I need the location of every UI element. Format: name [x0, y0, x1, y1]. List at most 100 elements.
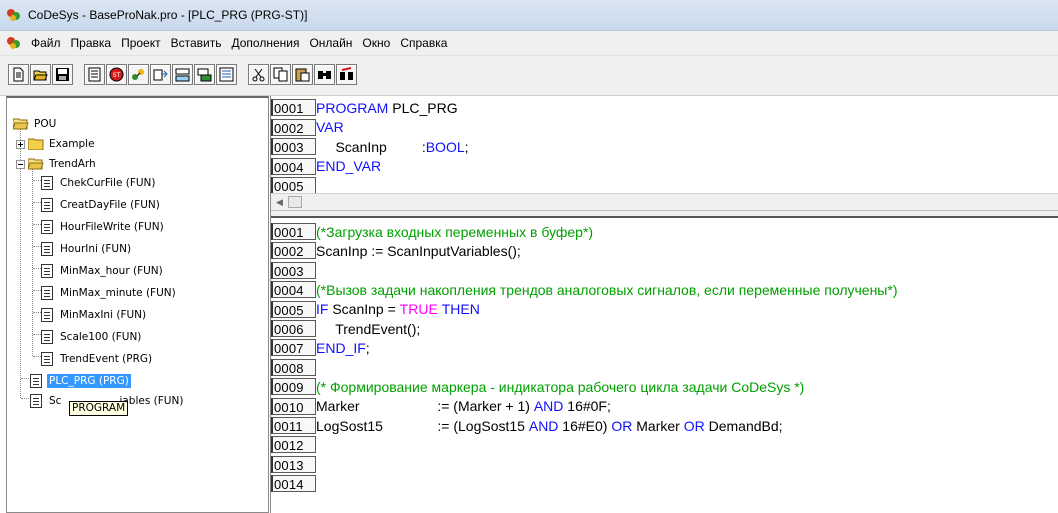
title-bar: CoDeSys - BaseProNak.pro - [PLC_PRG (PRG… [0, 0, 1058, 31]
menu-online[interactable]: Онлайн [304, 33, 357, 53]
folder-icon [27, 138, 44, 151]
code-line[interactable]: 0006 TrendEvent(); [271, 320, 420, 337]
stop-button[interactable]: ST [106, 64, 127, 85]
tree-item-creatdayfile[interactable]: CreatDayFile (FUN) [41, 195, 162, 215]
tree-connector [32, 168, 33, 356]
code-line[interactable]: 0003 ScanInp : BOOL; [271, 138, 469, 155]
keyword-token: VAR [316, 119, 344, 135]
replace-button[interactable] [336, 64, 357, 85]
menu-file[interactable]: Файл [26, 33, 66, 53]
window-title: CoDeSys - BaseProNak.pro - [PLC_PRG (PRG… [28, 8, 308, 22]
tree-item-trendevent[interactable]: TrendEvent (PRG) [41, 349, 154, 369]
pane-splitter[interactable] [271, 210, 1058, 218]
code-line[interactable]: 0004 END_VAR [271, 157, 381, 175]
st-editor[interactable]: 0001 PROGRAM PLC_PRG 0002 VAR 0003 ScanInp :… [270, 96, 1058, 513]
logout-button[interactable] [150, 64, 171, 85]
line-number: 0009 [271, 378, 316, 396]
tree-folder-example[interactable]: Example [16, 134, 97, 154]
tree-folder-trendarh[interactable]: TrendArh [16, 154, 98, 174]
paste-icon [295, 68, 310, 82]
scrollbar-thumb[interactable] [288, 196, 302, 208]
tree-item-hourfilewrite[interactable]: HourFileWrite (FUN) [41, 217, 166, 237]
code-line[interactable]: 0010 Marker := (Marker + 1) AND 16#0F; [271, 397, 611, 415]
keyword-token: OR [683, 417, 705, 434]
logout-icon [153, 69, 168, 81]
keyword-token: OR [611, 417, 633, 434]
code-line[interactable]: 0009 (* Формирование маркера - индикатора… [271, 378, 804, 396]
expand-icon[interactable] [16, 139, 25, 149]
code-line[interactable]: 0014 [271, 475, 316, 493]
build-button[interactable] [84, 64, 105, 85]
tree-item-chekcurfile[interactable]: ChekCurFile (FUN) [41, 173, 158, 193]
open-folder-icon [27, 158, 44, 170]
declaration-horizontal-scrollbar[interactable]: ◀ [271, 193, 1058, 210]
code-line[interactable]: 0003 [271, 261, 316, 279]
code-line[interactable]: 0002 VAR [271, 118, 344, 136]
tree-item-minmax-minute[interactable]: MinMax_minute (FUN) [41, 283, 178, 303]
code-line[interactable]: 0005 [271, 177, 316, 194]
code-line[interactable]: 0008 [271, 358, 316, 376]
tree-connector [33, 180, 41, 181]
tree-connector [33, 312, 41, 313]
toolbar: ST [0, 56, 1058, 96]
step-button[interactable] [194, 64, 215, 85]
menu-extras[interactable]: Дополнения [226, 33, 304, 53]
replace-icon [340, 67, 353, 80]
tree-connector [33, 356, 41, 357]
menu-edit[interactable]: Правка [66, 33, 117, 53]
svg-text:ST: ST [113, 72, 121, 79]
save-button[interactable] [52, 64, 73, 85]
login-button[interactable] [128, 64, 149, 85]
code-token: Marker := (Marker + 1) [316, 398, 534, 415]
pou-document-icon [41, 308, 53, 322]
tree-root-pou[interactable]: POU [12, 114, 58, 134]
keyword-token: AND [533, 398, 564, 415]
code-line[interactable]: 0001 (*Загрузка входных переменных в буфе… [271, 223, 593, 240]
tree-item-label: MinMax_hour (FUN) [60, 265, 163, 277]
menu-project[interactable]: Проект [116, 33, 166, 53]
build-icon [88, 67, 101, 82]
pou-document-icon [41, 198, 53, 212]
copy-button[interactable] [270, 64, 291, 85]
tree-item-hourini[interactable]: HourIni (FUN) [41, 239, 133, 259]
code-line[interactable]: 0013 [271, 455, 316, 473]
find-button[interactable] [314, 64, 335, 85]
code-line[interactable]: 0012 [271, 436, 316, 454]
line-number: 0012 [271, 436, 316, 454]
menu-insert[interactable]: Вставить [166, 33, 227, 53]
keyword-token: AND [528, 417, 559, 434]
paste-button[interactable] [292, 64, 313, 85]
tree-item-label: MinMax_minute (FUN) [60, 287, 176, 299]
code-line[interactable]: 0001 PROGRAM PLC_PRG [271, 99, 458, 116]
code-token: LogSost15 := (LogSost15 [316, 417, 529, 434]
code-line[interactable]: 0002 ScanInp := ScanInputVariables(); [271, 242, 521, 260]
collapse-icon[interactable] [16, 159, 25, 169]
code-token: DemandBd; [704, 417, 783, 434]
scroll-left-icon[interactable]: ◀ [273, 196, 286, 208]
tree-item-label: Scale100 (FUN) [60, 331, 142, 343]
cut-button[interactable] [248, 64, 269, 85]
tree-item-scale100[interactable]: Scale100 (FUN) [41, 327, 143, 347]
new-icon [13, 67, 24, 82]
open-button[interactable] [30, 64, 51, 85]
codesys-app-icon[interactable] [6, 7, 22, 23]
breakpoint-button[interactable] [216, 64, 237, 85]
menu-window[interactable]: Окно [357, 33, 395, 53]
run-button[interactable] [172, 64, 193, 85]
code-line[interactable]: 0005 IF ScanInp = TRUE THEN [271, 300, 480, 318]
line-number: 0008 [271, 358, 316, 376]
code-line[interactable]: 0011 LogSost15 := (LogSost15 AND 16#E0) O… [271, 417, 783, 434]
code-line[interactable]: 0004 (*Вызов задачи накопления трендов ан… [271, 281, 897, 299]
new-button[interactable] [8, 64, 29, 85]
code-token: ; [365, 339, 370, 356]
code-line[interactable]: 0007 END_IF; [271, 339, 370, 357]
tree-item-minmax-hour[interactable]: MinMax_hour (FUN) [41, 261, 165, 281]
menu-help[interactable]: Справка [395, 33, 452, 53]
tree-item-minmaxini[interactable]: MinMaxIni (FUN) [41, 305, 148, 325]
open-folder-icon [12, 118, 29, 130]
system-menu-icon[interactable] [6, 35, 22, 51]
tree-item-plc-prg[interactable]: PLC_PRG (PRG) [30, 371, 131, 391]
tree-folder-label: Example [49, 138, 95, 150]
pou-document-icon [41, 176, 53, 190]
pou-document-icon [30, 374, 42, 388]
